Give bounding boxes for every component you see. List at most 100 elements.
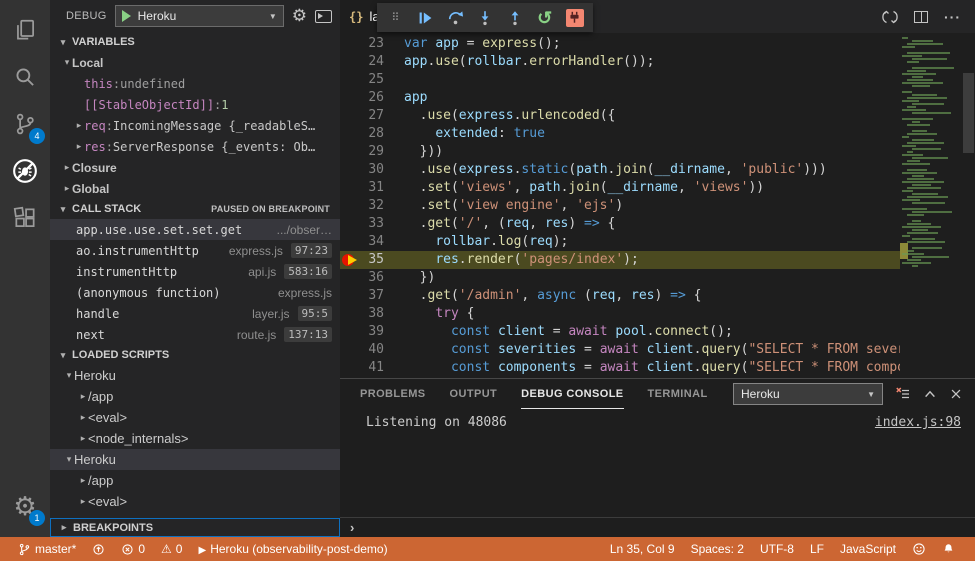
loaded-script-row[interactable]: ▸<eval> — [50, 407, 340, 428]
call-stack-frame[interactable]: ao.instrumentHttpexpress.js97:23 — [50, 240, 340, 261]
warning-count[interactable]: ⚠0 — [153, 537, 190, 561]
code-line-current[interactable]: 35 res.render('pages/index'); — [340, 251, 900, 269]
cursor-position[interactable]: Ln 35, Col 9 — [602, 537, 683, 561]
loaded-script-row[interactable]: ▾Heroku — [50, 365, 340, 386]
variable-row[interactable]: ▸res: ServerResponse {_events: Ob… — [50, 136, 340, 157]
code-line[interactable]: 30 .use(express.static(path.join(__dirna… — [340, 161, 900, 179]
disconnect-icon[interactable] — [564, 7, 585, 29]
loaded-script-row[interactable]: ▸<node_internals> — [50, 428, 340, 449]
loaded-script-row[interactable]: ▸/app — [50, 470, 340, 491]
more-actions-icon[interactable]: ··· — [944, 9, 961, 25]
split-editor-icon[interactable] — [914, 11, 928, 23]
launch-config-dropdown[interactable]: Heroku ▼ — [115, 5, 284, 27]
code-line[interactable]: 36 }) — [340, 269, 900, 287]
notifications-bell-icon[interactable] — [934, 537, 963, 561]
debug-session-status[interactable]: ▶Heroku (observability-post-demo) — [190, 537, 395, 561]
code-line[interactable]: 26app — [340, 89, 900, 107]
code-line[interactable]: 32 .set('view engine', 'ejs') — [340, 197, 900, 215]
editor-scrollbar[interactable] — [962, 33, 975, 378]
call-stack-title: CALL STACK — [72, 203, 141, 215]
open-changes-icon[interactable] — [882, 9, 898, 25]
code-line[interactable]: 24app.use(rollbar.errorHandler()); — [340, 53, 900, 71]
call-stack-header[interactable]: ▾ CALL STACK PAUSED ON BREAKPOINT — [50, 199, 340, 219]
panel-tab-output[interactable]: OUTPUT — [450, 379, 498, 409]
call-stack-frame[interactable]: handlelayer.js95:5 — [50, 303, 340, 324]
error-count[interactable]: 0 — [113, 537, 153, 561]
minimap[interactable] — [900, 33, 962, 378]
variable-row[interactable]: [[StableObjectId]]: 1 — [50, 94, 340, 115]
maximize-panel-icon[interactable] — [923, 387, 937, 401]
code-line[interactable]: 37 .get('/admin', async (req, res) => { — [340, 287, 900, 305]
code-line[interactable]: 34 rollbar.log(req); — [340, 233, 900, 251]
code-line[interactable]: 38 try { — [340, 305, 900, 323]
panel-tab-debug-console[interactable]: DEBUG CONSOLE — [521, 379, 623, 409]
source-control-icon[interactable]: 4 — [0, 100, 50, 147]
start-debugging-icon[interactable] — [122, 10, 131, 22]
code-line[interactable]: 27 .use(express.urlencoded({ — [340, 107, 900, 125]
activity-bar: 4 — [0, 0, 50, 537]
loaded-script-row[interactable]: ▾Heroku — [50, 449, 340, 470]
variables-header[interactable]: ▾ VARIABLES — [50, 32, 340, 52]
source-location-link[interactable]: index.js:98 — [875, 415, 961, 430]
breakpoints-header[interactable]: ▸ BREAKPOINTS — [50, 518, 340, 537]
status-bar-left: master* 0⚠0▶Heroku (observability-post-de… — [0, 537, 396, 561]
breakpoints-section: ▸ BREAKPOINTS — [50, 518, 340, 537]
code-line[interactable]: 31 .set('views', path.join(__dirname, 'v… — [340, 179, 900, 197]
explorer-icon[interactable] — [0, 6, 50, 53]
clear-console-icon[interactable] — [895, 386, 911, 402]
code-line[interactable]: 39 const client = await pool.connect(); — [340, 323, 900, 341]
debug-console-toggle-icon[interactable] — [315, 10, 332, 23]
variable-row[interactable]: this: undefined — [50, 73, 340, 94]
code-line[interactable]: 41 const components = await client.query… — [340, 359, 900, 377]
step-out-icon[interactable] — [504, 7, 525, 29]
encoding[interactable]: UTF-8 — [752, 537, 802, 561]
loaded-scripts-header[interactable]: ▾ LOADED SCRIPTS — [50, 345, 340, 365]
step-into-icon[interactable] — [475, 7, 496, 29]
continue-icon[interactable] — [415, 7, 436, 29]
call-stack-frame[interactable]: nextroute.js137:13 — [50, 324, 340, 345]
status-bar: master* 0⚠0▶Heroku (observability-post-de… — [0, 537, 975, 561]
variable-scope-row[interactable]: ▸Closure — [50, 157, 340, 178]
panel-tab-terminal[interactable]: TERMINAL — [648, 379, 708, 409]
call-stack-frame[interactable]: instrumentHttpapi.js583:16 — [50, 261, 340, 282]
extensions-icon[interactable] — [0, 194, 50, 241]
gripper-icon: ⠿ — [385, 7, 406, 29]
loaded-script-row[interactable]: ▸/app — [50, 386, 340, 407]
line-number: 41 — [340, 359, 384, 377]
configure-gear-icon[interactable]: ⚙ — [292, 6, 307, 26]
settings-gear-icon[interactable]: ⚙ 1 — [0, 482, 50, 529]
code-line[interactable]: 29 })) — [340, 143, 900, 161]
code-editor[interactable]: 23var app = express();24app.use(rollbar.… — [340, 33, 975, 378]
indentation[interactable]: Spaces: 2 — [683, 537, 752, 561]
restart-icon[interactable]: ↺ — [534, 7, 555, 29]
sync-changes-button[interactable] — [84, 537, 113, 561]
code-line[interactable]: 25 — [340, 71, 900, 89]
code-line[interactable]: 40 const severities = await client.query… — [340, 341, 900, 359]
debug-console-input[interactable]: › — [340, 517, 975, 537]
code-line[interactable]: 28 extended: true — [340, 125, 900, 143]
feedback-smiley-icon[interactable] — [904, 537, 934, 561]
warning-icon: ⚠ — [161, 542, 172, 556]
variable-scope-row[interactable]: ▾Local — [50, 52, 340, 73]
variable-scope-row[interactable]: ▸Global — [50, 178, 340, 199]
loaded-scripts-rows: ▾Heroku▸/app▸<eval>▸<node_internals>▾Her… — [50, 365, 340, 512]
code-line[interactable]: 23var app = express(); — [340, 35, 900, 53]
code-line[interactable]: 33 .get('/', (req, res) => { — [340, 215, 900, 233]
git-branch-status[interactable]: master* — [10, 537, 84, 561]
debug-session-dropdown[interactable]: Heroku ▼ — [733, 383, 883, 405]
step-over-icon[interactable] — [445, 7, 466, 29]
scrollbar-thumb[interactable] — [963, 73, 974, 153]
eol[interactable]: LF — [802, 537, 832, 561]
panel-tab-problems[interactable]: PROBLEMS — [360, 379, 426, 409]
line-content: const client = await pool.connect(); — [384, 323, 733, 341]
line-content — [384, 71, 404, 89]
call-stack-frame[interactable]: (anonymous function)express.js — [50, 282, 340, 303]
language-mode[interactable]: JavaScript — [832, 537, 904, 561]
search-icon[interactable] — [0, 53, 50, 100]
close-panel-icon[interactable] — [949, 387, 963, 401]
call-stack-frame[interactable]: app.use.use.set.set.get.../obser… — [50, 219, 340, 240]
loaded-script-row[interactable]: ▸<eval> — [50, 491, 340, 512]
line-content: res.render('pages/index'); — [384, 251, 639, 269]
debug-icon[interactable] — [0, 147, 50, 194]
variable-row[interactable]: ▸req: IncomingMessage {_readableS… — [50, 115, 340, 136]
